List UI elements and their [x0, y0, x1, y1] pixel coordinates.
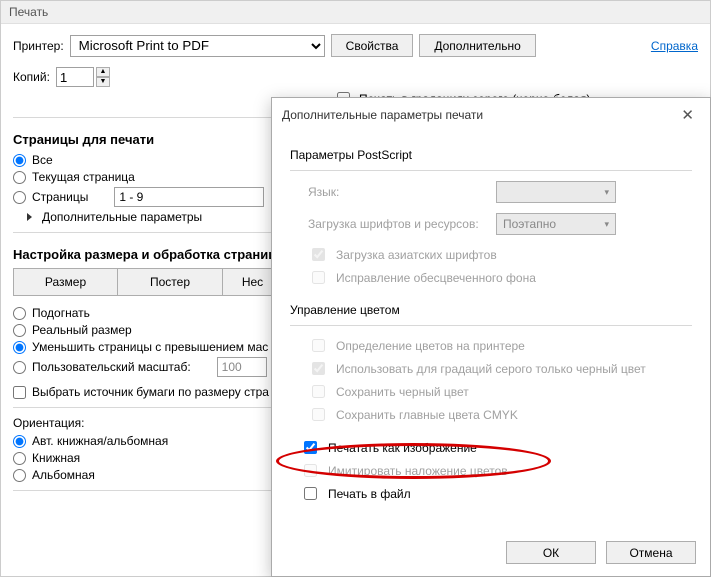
copies-input[interactable]	[56, 67, 94, 87]
gray-black-row: Использовать для градаций серого только …	[308, 359, 692, 378]
ps-group-title: Параметры PostScript	[290, 148, 692, 162]
paper-source-checkbox[interactable]	[13, 386, 26, 399]
fonts-value: Поэтапно	[503, 217, 556, 231]
overlay-label: Имитировать наложение цветов	[328, 464, 508, 478]
divider	[290, 325, 692, 326]
close-icon[interactable]: ✕	[675, 106, 700, 124]
lang-row: Язык: ▾	[308, 181, 692, 203]
radio-current-label: Текущая страница	[32, 170, 135, 184]
print-dialog: Печать Принтер: Microsoft Print to PDF С…	[0, 0, 711, 577]
radio-orient-auto[interactable]	[13, 435, 26, 448]
paper-source-label: Выбрать источник бумаги по размеру стра	[32, 385, 269, 399]
modal-footer: ОК Отмена	[506, 541, 696, 564]
orient-landscape-label: Альбомная	[32, 468, 95, 482]
tab-size[interactable]: Размер	[13, 268, 118, 296]
chevron-down-icon: ▾	[604, 187, 609, 198]
sizing-section-text: Настройка размера и обработка страниц	[13, 247, 276, 262]
printer-row: Принтер: Microsoft Print to PDF Свойства…	[13, 34, 698, 57]
orient-portrait-label: Книжная	[32, 451, 80, 465]
preserve-black-label: Сохранить черный цвет	[336, 385, 469, 399]
print-as-image-row: Печатать как изображение	[300, 438, 692, 457]
preserve-black-checkbox	[312, 385, 325, 398]
fix-bg-row: Исправление обесцвеченного фона	[308, 268, 692, 287]
ok-button[interactable]: ОК	[506, 541, 596, 564]
overlay-checkbox	[304, 464, 317, 477]
preserve-cmyk-label: Сохранить главные цвета CMYK	[336, 408, 518, 422]
triangle-right-icon	[27, 213, 32, 221]
fix-bg-checkbox	[312, 271, 325, 284]
actual-label: Реальный размер	[32, 323, 132, 337]
overlay-row: Имитировать наложение цветов	[300, 461, 692, 480]
print-to-file-row: Печать в файл	[300, 484, 692, 503]
spinner-up-icon[interactable]: ▲	[96, 67, 110, 77]
detect-colors-checkbox	[312, 339, 325, 352]
radio-all[interactable]	[13, 154, 26, 167]
lang-label: Язык:	[308, 185, 488, 199]
preserve-cmyk-checkbox	[312, 408, 325, 421]
print-as-image-label: Печатать как изображение	[328, 441, 477, 455]
asian-fonts-row: Загрузка азиатских шрифтов	[308, 245, 692, 264]
divider	[290, 170, 692, 171]
radio-custom[interactable]	[13, 361, 26, 374]
radio-pages[interactable]	[13, 191, 26, 204]
print-as-image-checkbox[interactable]	[304, 441, 317, 454]
modal-body: Параметры PostScript Язык: ▾ Загрузка шр…	[272, 132, 710, 513]
window-title: Печать	[1, 1, 710, 24]
help-link[interactable]: Справка	[651, 39, 698, 53]
color-group-title: Управление цветом	[290, 303, 692, 317]
printer-label: Принтер:	[13, 39, 64, 53]
fonts-row: Загрузка шрифтов и ресурсов: Поэтапно ▾	[308, 213, 692, 235]
pages-input[interactable]	[114, 187, 264, 207]
preserve-cmyk-row: Сохранить главные цвета CMYK	[308, 405, 692, 424]
copies-row: Копий: ▲ ▼	[13, 67, 698, 87]
detect-colors-label: Определение цветов на принтере	[336, 339, 525, 353]
radio-fit[interactable]	[13, 307, 26, 320]
cancel-button[interactable]: Отмена	[606, 541, 696, 564]
shrink-label: Уменьшить страницы с превышением мас	[32, 340, 268, 354]
printer-select[interactable]: Microsoft Print to PDF	[70, 35, 325, 57]
lang-combo: ▾	[496, 181, 616, 203]
custom-label: Пользовательский масштаб:	[32, 360, 191, 374]
fit-label: Подогнать	[32, 306, 90, 320]
modal-title-text: Дополнительные параметры печати	[282, 108, 483, 122]
gray-black-label: Использовать для градаций серого только …	[336, 362, 646, 376]
chevron-down-icon: ▾	[604, 219, 609, 230]
fonts-combo: Поэтапно ▾	[496, 213, 616, 235]
spinner-down-icon[interactable]: ▼	[96, 77, 110, 87]
copies-spinner[interactable]: ▲ ▼	[56, 67, 110, 87]
print-to-file-label: Печать в файл	[328, 487, 411, 501]
radio-orient-portrait[interactable]	[13, 452, 26, 465]
advanced-print-dialog: Дополнительные параметры печати ✕ Параме…	[271, 97, 711, 577]
custom-input[interactable]	[217, 357, 267, 377]
radio-orient-landscape[interactable]	[13, 469, 26, 482]
radio-all-label: Все	[32, 153, 53, 167]
radio-pages-label: Страницы	[32, 190, 88, 204]
orient-auto-label: Авт. книжная/альбомная	[32, 434, 168, 448]
radio-current[interactable]	[13, 171, 26, 184]
modal-titlebar: Дополнительные параметры печати ✕	[272, 98, 710, 132]
copies-label: Копий:	[13, 70, 50, 84]
advanced-button[interactable]: Дополнительно	[419, 34, 535, 57]
print-to-file-checkbox[interactable]	[304, 487, 317, 500]
preserve-black-row: Сохранить черный цвет	[308, 382, 692, 401]
detect-colors-row: Определение цветов на принтере	[308, 336, 692, 355]
fix-bg-label: Исправление обесцвеченного фона	[336, 271, 536, 285]
asian-fonts-checkbox	[312, 248, 325, 261]
radio-shrink[interactable]	[13, 341, 26, 354]
properties-button[interactable]: Свойства	[331, 34, 414, 57]
more-params-label: Дополнительные параметры	[42, 210, 202, 224]
asian-fonts-label: Загрузка азиатских шрифтов	[336, 248, 497, 262]
tab-poster[interactable]: Постер	[118, 268, 223, 296]
spinner-arrows: ▲ ▼	[96, 67, 110, 87]
gray-black-checkbox	[312, 362, 325, 375]
fonts-label: Загрузка шрифтов и ресурсов:	[308, 217, 488, 231]
radio-actual[interactable]	[13, 324, 26, 337]
